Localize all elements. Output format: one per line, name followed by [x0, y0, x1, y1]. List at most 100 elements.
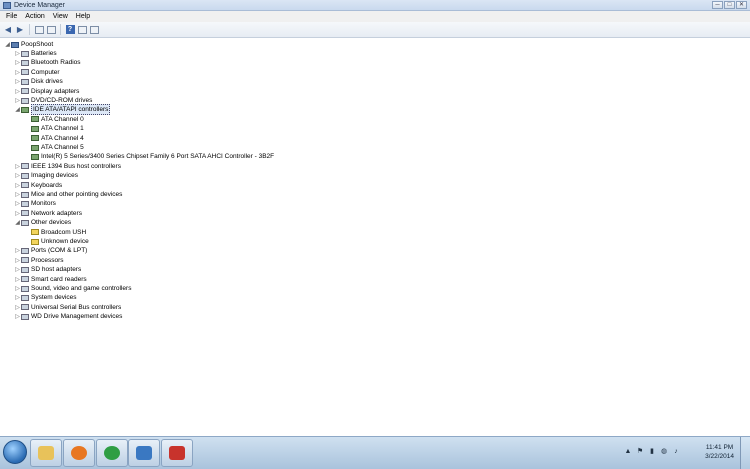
- dvd-icon: [21, 97, 29, 104]
- forward-arrow-icon[interactable]: ▶: [15, 25, 25, 35]
- show-desktop-button[interactable]: [740, 437, 750, 469]
- toolbox-taskbar-button[interactable]: [161, 439, 193, 467]
- tree-item-label: Universal Serial Bus controllers: [31, 303, 122, 311]
- collapse-arrow-icon[interactable]: ◢: [4, 41, 11, 48]
- menu-view[interactable]: View: [49, 11, 72, 22]
- back-arrow-icon[interactable]: ◀: [3, 25, 13, 35]
- tree-item[interactable]: ▷ Imaging devices: [14, 171, 78, 180]
- scan-icon[interactable]: [46, 25, 56, 35]
- ide-icon: [31, 144, 39, 151]
- tray-expand-icon[interactable]: ▲: [624, 448, 632, 456]
- expand-arrow-icon[interactable]: ▷: [14, 304, 21, 311]
- clock[interactable]: 11:41 PM 3/22/2014: [705, 443, 734, 461]
- tree-item[interactable]: ◢ IDE ATA/ATAPI controllers: [14, 104, 111, 116]
- tree-item[interactable]: ▷ Network adapters: [14, 209, 82, 218]
- action-center-icon[interactable]: ⚑: [636, 448, 644, 456]
- expand-arrow-icon[interactable]: ▷: [14, 163, 21, 170]
- start-button[interactable]: [3, 440, 27, 464]
- expand-arrow-icon[interactable]: ▷: [14, 191, 21, 198]
- warning-device-icon: [31, 229, 39, 236]
- tree-item-label: WD Drive Management devices: [31, 313, 123, 321]
- help-icon[interactable]: ?: [65, 25, 75, 35]
- tree-item-label: ATA Channel 1: [41, 125, 84, 133]
- menu-help[interactable]: Help: [72, 11, 94, 22]
- clock-date: 3/22/2014: [705, 453, 734, 460]
- tree-item[interactable]: ATA Channel 1: [24, 124, 84, 133]
- tree-item-label: Imaging devices: [31, 172, 78, 180]
- tree-item[interactable]: ATA Channel 4: [24, 134, 84, 143]
- tree-item[interactable]: ▷ Mice and other pointing devices: [14, 190, 122, 199]
- expand-arrow-icon[interactable]: ▷: [14, 69, 21, 76]
- expand-arrow-icon[interactable]: ▷: [14, 313, 21, 320]
- tree-item[interactable]: ▷ Sound, video and game controllers: [14, 284, 131, 293]
- disk-icon: [21, 78, 29, 85]
- title-bar: Device Manager ─ □ ✕: [0, 0, 750, 11]
- collapse-arrow-icon[interactable]: ◢: [14, 106, 21, 113]
- expand-arrow-icon[interactable]: ▷: [14, 210, 21, 217]
- tree-item[interactable]: ◢ Other devices: [14, 218, 71, 227]
- tree-item[interactable]: ▷ Monitors: [14, 199, 56, 208]
- tree-item-label: IEEE 1394 Bus host controllers: [31, 162, 121, 170]
- tree-item-label: ATA Channel 5: [41, 144, 84, 151]
- tree-item[interactable]: ▷ IEEE 1394 Bus host controllers: [14, 162, 121, 171]
- tree-item[interactable]: ▷ WD Drive Management devices: [14, 312, 122, 321]
- expand-arrow-icon[interactable]: ▷: [14, 200, 21, 207]
- tree-item-label: Batteries: [31, 50, 57, 57]
- tree-item[interactable]: ATA Channel 0: [24, 115, 84, 124]
- media-player-taskbar-button[interactable]: [63, 439, 95, 467]
- tree-item[interactable]: ▷ Processors: [14, 256, 63, 265]
- camera-icon: [21, 172, 29, 179]
- expand-arrow-icon[interactable]: ▷: [14, 294, 21, 301]
- tree-item-label: Computer: [31, 68, 60, 76]
- tree-item[interactable]: ▷ SD host adapters: [14, 265, 81, 274]
- chrome-taskbar-button[interactable]: [96, 439, 128, 467]
- expand-arrow-icon[interactable]: ▷: [14, 285, 21, 292]
- tree-item[interactable]: ▷ Batteries: [14, 49, 57, 58]
- resources-icon[interactable]: [89, 25, 99, 35]
- volume-icon[interactable]: ♪: [672, 448, 680, 456]
- minimize-button[interactable]: ─: [712, 1, 723, 9]
- tree-item[interactable]: ▷ Bluetooth Radios: [14, 58, 80, 67]
- tree-item[interactable]: ▷ Display adapters: [14, 87, 79, 96]
- collapse-arrow-icon[interactable]: ◢: [14, 219, 21, 226]
- tree-root[interactable]: ◢ PoopShoot: [4, 40, 53, 49]
- expand-arrow-icon[interactable]: ▷: [14, 257, 21, 264]
- firewire-icon: [21, 163, 29, 170]
- view-icon[interactable]: [77, 25, 87, 35]
- explorer-taskbar-button[interactable]: [30, 439, 62, 467]
- expand-arrow-icon[interactable]: ▷: [14, 182, 21, 189]
- tree-item[interactable]: ▷ Keyboards: [14, 181, 62, 190]
- maximize-button[interactable]: □: [724, 1, 735, 9]
- ide-icon: [31, 116, 39, 123]
- expand-arrow-icon[interactable]: ▷: [14, 247, 21, 254]
- tree-item[interactable]: ▷ Ports (COM & LPT): [14, 246, 87, 255]
- close-button[interactable]: ✕: [736, 1, 747, 9]
- network-tray-icon[interactable]: ◍: [660, 448, 668, 456]
- expand-arrow-icon[interactable]: ▷: [14, 88, 21, 95]
- tree-item-label: Disk drives: [31, 78, 63, 86]
- ide-icon: [31, 135, 39, 142]
- tree-item[interactable]: Intel(R) 5 Series/3400 Series Chipset Fa…: [24, 152, 274, 161]
- tree-item[interactable]: ▷ System devices: [14, 293, 76, 302]
- tree-item[interactable]: ▷ Computer: [14, 68, 60, 77]
- tree-item[interactable]: ▷ Smart card readers: [14, 275, 86, 284]
- device-tree: ◢ PoopShoot ▷ Batteries ▷ Bluetooth Radios ▷…: [0, 38, 750, 434]
- tree-item[interactable]: Broadcom USH: [24, 228, 86, 237]
- expand-arrow-icon[interactable]: ▷: [14, 59, 21, 66]
- expand-arrow-icon[interactable]: ▷: [14, 172, 21, 179]
- tree-item[interactable]: ATA Channel 5: [24, 143, 84, 152]
- tree-item[interactable]: ▷ Disk drives: [14, 77, 63, 86]
- expand-arrow-icon[interactable]: ▷: [14, 50, 21, 57]
- battery-tray-icon[interactable]: ▮: [648, 448, 656, 456]
- menu-action[interactable]: Action: [21, 11, 48, 22]
- tree-item[interactable]: Unknown device: [24, 237, 89, 246]
- tree-item-label: Mice and other pointing devices: [31, 191, 123, 198]
- network-taskbar-button[interactable]: [128, 439, 160, 467]
- expand-arrow-icon[interactable]: ▷: [14, 276, 21, 283]
- expand-arrow-icon[interactable]: ▷: [14, 78, 21, 85]
- menu-file[interactable]: File: [2, 11, 21, 22]
- expand-arrow-icon[interactable]: ▷: [14, 266, 21, 273]
- tree-item[interactable]: ▷ Universal Serial Bus controllers: [14, 303, 121, 312]
- properties-icon[interactable]: [34, 25, 44, 35]
- expand-arrow-icon[interactable]: ▷: [14, 97, 21, 104]
